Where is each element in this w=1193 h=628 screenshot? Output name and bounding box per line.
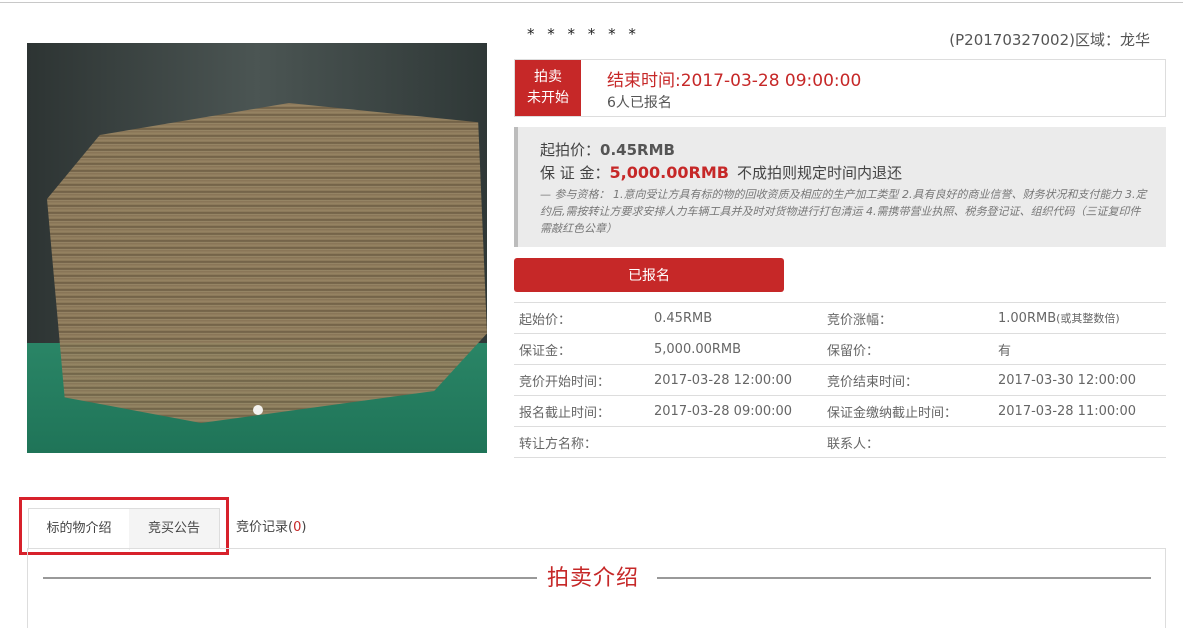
signed-count: 6人已报名 xyxy=(607,95,672,111)
info-value xyxy=(649,426,822,458)
info-label: 保证金： xyxy=(514,333,649,365)
info-label-text: 竞价开始时间： xyxy=(519,374,611,390)
info-value: 2017-03-28 12:00:00 xyxy=(649,364,822,396)
info-label-text: 联系人： xyxy=(827,436,880,452)
info-value: 2017-03-28 11:00:00 xyxy=(993,395,1166,427)
info-row: 转让方名称： 联系人： xyxy=(514,426,1166,458)
qualification-text: — 参与资格： 1.意向受让方具有标的物的回收资质及相应的生产加工类型 2.具有… xyxy=(540,188,1147,235)
info-value xyxy=(993,426,1166,458)
info-label: 报名截止时间： xyxy=(514,395,649,427)
info-value-text: 0.45RMB xyxy=(654,310,713,326)
info-value-text: 2017-03-28 09:00:00 xyxy=(654,403,793,419)
info-value-text: 5,000.00RMB xyxy=(654,341,742,357)
info-value: 5,000.00RMB xyxy=(649,333,822,365)
info-label: 保留价： xyxy=(822,333,993,365)
tab-bid-record[interactable]: 竞价记录(0) xyxy=(228,508,336,548)
photo-carousel-dot[interactable] xyxy=(253,405,263,415)
info-label: 起始价： xyxy=(514,302,649,334)
info-label-text: 保证金缴纳截止时间： xyxy=(827,405,958,421)
info-value-text: 2017-03-28 12:00:00 xyxy=(654,372,793,388)
info-label-text: 保证金： xyxy=(519,343,572,359)
deposit-label: 保 证 金： xyxy=(540,164,610,182)
info-value-text: 2017-03-28 11:00:00 xyxy=(998,403,1137,419)
info-label: 转让方名称： xyxy=(514,426,649,458)
info-note: (或其整数倍) xyxy=(1056,312,1120,325)
info-label-text: 竞价结束时间： xyxy=(827,374,919,390)
bid-record-close: ) xyxy=(301,520,307,535)
photo-cardboard-stack xyxy=(47,103,487,423)
info-row: 报名截止时间： 2017-03-28 09:00:00 保证金缴纳截止时间： 2017… xyxy=(514,395,1166,427)
info-row: 保证金： 5,000.00RMB 保留价： 有 xyxy=(514,333,1166,365)
deposit-value: 5,000.00RMB xyxy=(609,163,729,182)
status-badge-line1: 拍卖 xyxy=(534,69,562,85)
deposit-note: 不成拍则规定时间内退还 xyxy=(736,164,902,182)
info-label-text: 竞价涨幅： xyxy=(827,312,893,328)
info-value: 0.45RMB xyxy=(649,302,822,334)
auction-info-table: 起始价： 0.45RMB 竞价涨幅： 1.00RMB(或其整数倍) 保证金： 5,000.… xyxy=(514,302,1166,458)
signed-button[interactable]: 已报名 xyxy=(514,258,784,292)
start-price-label: 起拍价： xyxy=(540,141,601,159)
start-price-value: 0.45RMB xyxy=(600,141,675,159)
info-label: 竞价开始时间： xyxy=(514,364,649,396)
info-label-text: 转让方名称： xyxy=(519,436,598,452)
section-line-right xyxy=(657,577,1151,579)
end-time: 结束时间:2017-03-28 09:00:00 xyxy=(607,71,862,91)
auction-status-box: 拍卖 未开始 结束时间:2017-03-28 09:00:00 6人已报名 xyxy=(514,59,1166,117)
info-label-text: 保留价： xyxy=(827,343,880,359)
item-photo xyxy=(27,43,487,453)
auction-status-badge: 拍卖 未开始 xyxy=(515,60,581,116)
info-row: 起始价： 0.45RMB 竞价涨幅： 1.00RMB(或其整数倍) xyxy=(514,302,1166,334)
info-label-text: 起始价： xyxy=(519,312,572,328)
info-value-text: 2017-03-30 12:00:00 xyxy=(998,372,1137,388)
status-badge-line2: 未开始 xyxy=(527,90,569,106)
info-label: 联系人： xyxy=(822,426,993,458)
section-title: 拍卖介绍 xyxy=(547,566,640,591)
info-value: 2017-03-30 12:00:00 xyxy=(993,364,1166,396)
info-label: 竞价结束时间： xyxy=(822,364,993,396)
info-value: 1.00RMB(或其整数倍) xyxy=(993,302,1166,334)
info-label-text: 报名截止时间： xyxy=(519,405,611,421)
start-price: 起拍价：0.45RMB xyxy=(540,139,675,160)
info-value-text: 有 xyxy=(998,343,1012,359)
top-divider xyxy=(0,2,1183,3)
info-value: 2017-03-28 09:00:00 xyxy=(649,395,822,427)
info-value: 有 xyxy=(993,333,1166,365)
item-masked-name: * * * * * * xyxy=(527,25,640,43)
section-line-left xyxy=(43,577,537,579)
info-row: 竞价开始时间： 2017-03-28 12:00:00 竞价结束时间： 2017-03… xyxy=(514,364,1166,396)
info-label: 竞价涨幅： xyxy=(822,302,993,334)
price-box: 起拍价：0.45RMB 保 证 金：5,000.00RMB 不成拍则规定时间内退还… xyxy=(514,127,1166,247)
info-value-text: 1.00RMB xyxy=(998,311,1057,326)
info-label: 保证金缴纳截止时间： xyxy=(822,395,993,427)
bid-record-label: 竞价记录( xyxy=(236,520,294,535)
highlight-box xyxy=(19,497,229,555)
deposit: 保 证 金：5,000.00RMB 不成拍则规定时间内退还 xyxy=(540,162,902,183)
item-code-region: (P20170327002)区域：龙华 xyxy=(949,31,1150,49)
